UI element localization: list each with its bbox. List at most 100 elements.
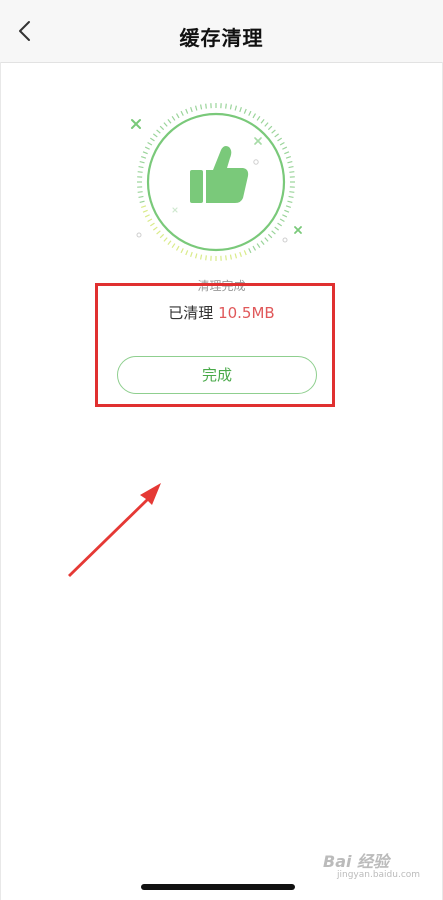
dial-tick [277,137,283,142]
dial-tick [147,218,153,223]
dial-tick [229,254,233,260]
dial-tick [149,137,155,142]
dial-tick [140,205,147,208]
dial-tick [260,118,265,124]
dial-tick [167,118,172,124]
dial-tick [288,195,294,199]
dial-tick [138,195,144,199]
dial-tick [225,103,227,109]
decorative-dot-icon [253,159,259,165]
watermark-sub-text: jingyan.baidu.com [337,870,421,880]
dial-tick [190,106,193,113]
dial-tick [194,253,198,259]
dial-tick [152,226,158,231]
dial-tick [248,248,252,254]
dial-tick [199,254,203,260]
dial-tick [152,133,158,138]
decorative-cross-icon [294,226,302,234]
dial-tick [171,243,176,249]
dial-tick [163,237,168,242]
dial-tick [163,122,168,127]
dial-tick [139,160,145,164]
dial-tick [225,255,227,261]
home-indicator[interactable] [141,884,295,890]
clean-complete-badge [120,100,320,270]
dial-tick [229,104,233,110]
dial-tick [285,205,292,208]
dial-tick [194,105,198,111]
dial-tick [149,222,155,227]
dial-tick [271,129,276,134]
dial-tick [277,222,283,227]
dial-tick [248,110,252,116]
dial-tick [137,191,143,193]
dial-tick [288,165,294,169]
dial-tick [243,108,247,114]
dial-tick [284,209,290,213]
dial-tick [264,237,269,242]
dial-tick [180,110,184,116]
dial-tick [144,214,150,218]
dial-tick [147,141,153,146]
dial-tick [282,214,288,218]
dial-tick [199,104,203,110]
dial-tick [142,151,148,155]
dial-tick [185,250,189,256]
dial-tick [287,160,293,164]
dial-tick [279,141,285,146]
dial-tick [256,115,261,121]
dial-tick [285,156,292,159]
dial-tick [256,243,261,249]
dial-tick [175,245,180,251]
dial-tick [274,226,280,231]
dial-tick [180,248,184,254]
thumbs-up-icon [190,146,249,203]
dial-tick [271,230,276,235]
dial-tick [260,240,265,246]
left-border [0,62,1,900]
decorative-dot-icon [282,237,288,243]
dial-tick [159,125,165,131]
decorative-cross-icon [254,137,262,145]
dial-tick [190,251,193,258]
dial-tick [234,105,238,111]
dial-tick [279,218,285,223]
dial-tick [156,230,161,235]
dial-tick [287,200,293,204]
dial-tick [289,171,295,173]
watermark-logo: Bai 经验 jingyan.baidu.com [323,848,421,884]
decorative-cross-icon [131,119,141,129]
dial-tick [267,125,273,131]
dial-tick [156,129,161,134]
dial-tick [252,245,257,251]
dial-tick [243,250,247,256]
dial-tick [282,146,288,150]
annotation-highlight-box [95,283,335,407]
dial-tick [274,133,280,138]
dial-tick [138,165,144,169]
dial-tick [205,255,207,261]
decorative-dot-icon [136,232,142,238]
dial-tick [267,233,273,239]
dial-tick [167,240,172,246]
watermark-main-text: Bai 经验 [323,852,390,871]
navigation-bar: 缓存清理 [0,0,443,63]
dial-tick [139,200,145,204]
dial-tick [205,103,207,109]
dial-tick [284,151,290,155]
annotation-arrow-icon [68,483,161,577]
dial-tick [171,115,176,121]
decorative-cross-icon [172,207,178,213]
dial-tick [144,146,150,150]
dial-tick [175,113,180,119]
dial-tick [159,233,165,239]
dial-tick [239,106,242,113]
dial-tick [142,209,148,213]
dial-tick [239,251,242,258]
dial-tick [137,171,143,173]
dial-tick [140,156,147,159]
dial-tick [234,253,238,259]
page-title: 缓存清理 [179,26,264,50]
dial-tick [185,108,189,114]
dial-tick [289,191,295,193]
